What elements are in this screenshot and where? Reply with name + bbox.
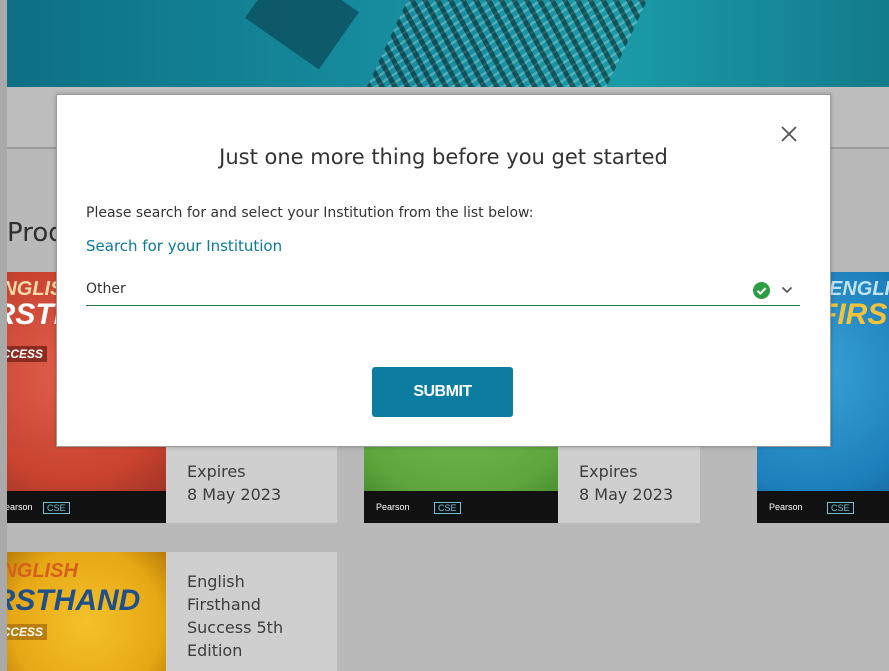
publisher-logo: Pearson	[769, 502, 803, 512]
product-card[interactable]: ENGLISH FIRSTHAND SUCCESS English Firsth…	[7, 552, 337, 671]
cover-subtitle: SUCCESS	[7, 346, 48, 362]
search-institution-link[interactable]: Search for your Institution	[86, 237, 282, 255]
hero-pattern	[366, 0, 648, 87]
modal-instruction: Please search for and select your Instit…	[86, 205, 534, 221]
hero-banner	[7, 0, 889, 87]
product-cover: ENGLISH FIRSTHAND SUCCESS	[7, 552, 166, 671]
product-title: English Firsthand Success 5th Edition	[187, 570, 283, 662]
cover-footer: Pearson CSE	[757, 491, 889, 523]
product-title-line: Edition	[187, 641, 243, 660]
chevron-down-icon	[781, 286, 793, 294]
expires-label: Expires	[187, 462, 246, 481]
product-title-line: Firsthand	[187, 595, 261, 614]
card-expiry: Expires 8 May 2023	[579, 460, 673, 506]
cover-subtitle: SUCCESS	[7, 624, 48, 640]
publisher-logo: Pearson	[7, 502, 33, 512]
selected-institution: Other	[86, 281, 126, 297]
product-title-line: English	[187, 572, 245, 591]
expires-date: 8 May 2023	[579, 485, 674, 504]
cover-title: FIRSTHAND	[7, 584, 141, 617]
cover-footer: Pearson CSE	[7, 491, 166, 523]
institution-select[interactable]: Other	[86, 275, 800, 306]
submit-button[interactable]: SUBMIT	[372, 367, 513, 417]
expires-label: Expires	[579, 462, 638, 481]
close-icon	[781, 126, 797, 142]
publisher-logo: Pearson	[376, 502, 410, 512]
check-circle-icon	[753, 282, 770, 299]
cse-badge: CSE	[434, 502, 461, 514]
cover-footer: Pearson CSE	[364, 491, 558, 523]
cover-title: ENGLISH	[7, 560, 78, 582]
cse-badge: CSE	[43, 502, 70, 514]
expires-date: 8 May 2023	[187, 485, 282, 504]
product-title-line: Success 5th	[187, 618, 284, 637]
window-edge	[0, 0, 7, 671]
institution-modal: Just one more thing before you get start…	[56, 94, 831, 447]
modal-title: Just one more thing before you get start…	[219, 145, 668, 169]
cse-badge: CSE	[827, 502, 854, 514]
close-button[interactable]	[778, 123, 800, 145]
hero-decoration	[245, 0, 359, 70]
card-expiry: Expires 8 May 2023	[187, 460, 281, 506]
